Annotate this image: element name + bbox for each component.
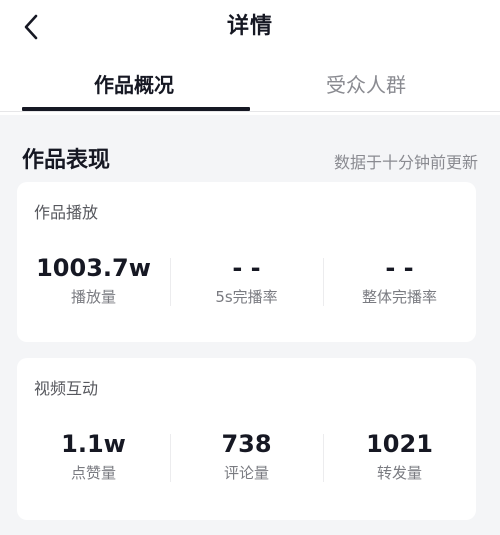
metric-label: 评论量 — [223, 464, 269, 482]
metric-play-count[interactable]: 1003.7w 播放量 — [17, 252, 170, 312]
metric-shares[interactable]: 1021 转发量 — [323, 428, 476, 488]
play-stats-card: 作品播放 1003.7w 播放量 - - 5s完播率 - - 整体完播率 — [17, 182, 476, 342]
metric-overall-completion-rate[interactable]: - - 整体完播率 — [323, 252, 476, 312]
metric-label: 点赞量 — [70, 464, 116, 482]
metrics-row: 1003.7w 播放量 - - 5s完播率 - - 整体完播率 — [17, 252, 476, 312]
metric-label: 转发量 — [376, 464, 422, 482]
metric-value: - - — [232, 254, 261, 282]
interaction-stats-card: 视频互动 1.1w 点赞量 738 评论量 1021 转发量 — [17, 358, 476, 520]
tab-bar: 作品概况 受众人群 — [0, 62, 500, 112]
metric-value: 1021 — [366, 430, 433, 458]
tab-audience[interactable]: 受众人群 — [250, 70, 482, 112]
metric-value: 1003.7w — [36, 254, 151, 282]
metric-comments[interactable]: 738 评论量 — [170, 428, 323, 488]
metric-value: 1.1w — [61, 430, 126, 458]
nav-bar: 详情 — [0, 0, 500, 55]
top-header: 详情 作品概况 受众人群 — [0, 0, 500, 115]
metric-label: 整体完播率 — [361, 288, 437, 306]
page-title: 详情 — [226, 14, 273, 39]
metric-value: 738 — [221, 430, 272, 458]
update-time-note: 数据于十分钟前更新 — [333, 153, 478, 172]
metric-label: 播放量 — [70, 288, 116, 306]
tab-work-overview[interactable]: 作品概况 — [18, 70, 250, 112]
metric-value: - - — [385, 254, 414, 282]
metrics-row: 1.1w 点赞量 738 评论量 1021 转发量 — [17, 428, 476, 488]
card-title: 作品播放 — [34, 203, 99, 222]
metric-label: 5s完播率 — [215, 288, 278, 306]
section-title: 作品表现 — [22, 148, 111, 173]
header-divider — [0, 111, 500, 112]
metric-likes[interactable]: 1.1w 点赞量 — [17, 428, 170, 488]
card-title: 视频互动 — [34, 379, 99, 398]
metric-5s-completion-rate[interactable]: - - 5s完播率 — [170, 252, 323, 312]
